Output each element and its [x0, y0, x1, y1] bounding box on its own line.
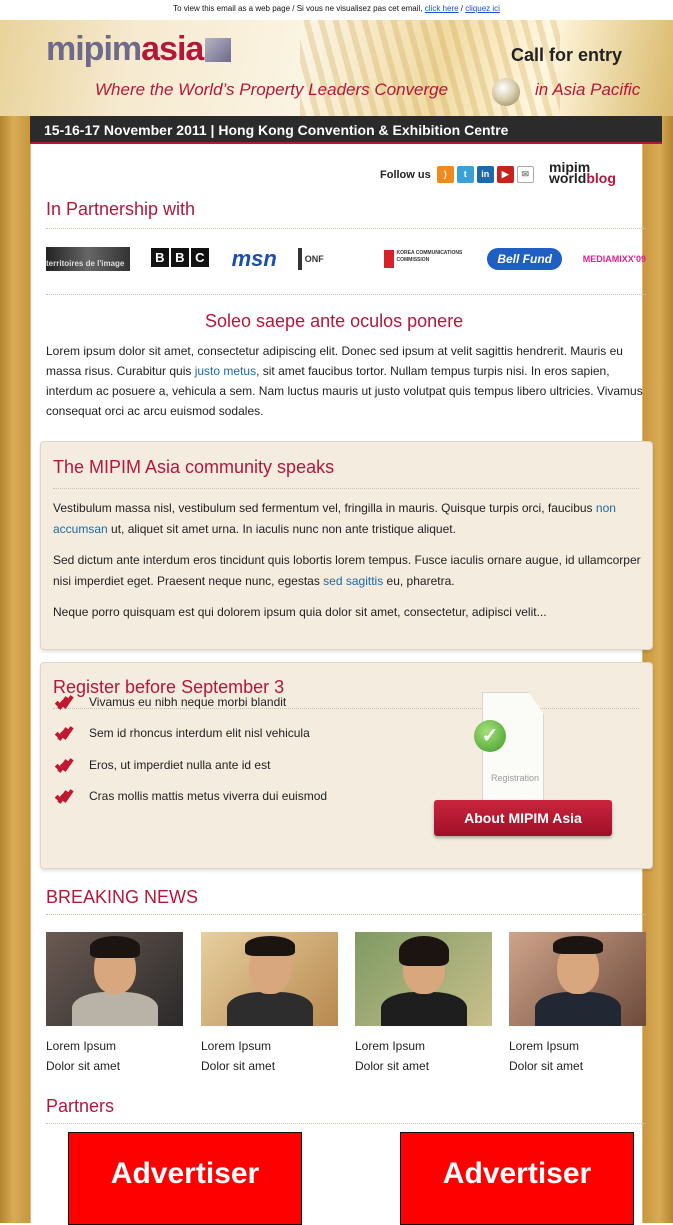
- photo-figure: [90, 936, 140, 958]
- logo-asia: asia: [141, 30, 204, 68]
- advertiser-banner[interactable]: Advertiser: [68, 1132, 302, 1225]
- blog-logo-blog: blog: [586, 170, 616, 186]
- follow-us-bar: Follow us ) t in ▶ ✉: [380, 166, 537, 183]
- breaking-news-title: BREAKING NEWS: [46, 887, 199, 907]
- call-for-entry: Call for entry: [511, 45, 623, 65]
- photo-figure: [381, 992, 467, 1026]
- photo-figure: [535, 992, 621, 1026]
- news-photo[interactable]: [201, 932, 338, 1026]
- mipim-asia-logo[interactable]: mipimasia: [46, 30, 232, 69]
- partner-logo-onf[interactable]: ONF: [297, 248, 363, 270]
- checkmark-icon: [60, 726, 76, 740]
- lead-title: Soleo saepe ante oculos ponere: [205, 311, 464, 331]
- partner-logo-bellfund[interactable]: Bell Fund: [487, 248, 562, 270]
- justo-metus-link[interactable]: justo metus: [195, 364, 256, 378]
- news-caption-line2: Dolor sit amet: [509, 1059, 584, 1073]
- cliquez-ici-link[interactable]: cliquez ici: [465, 4, 500, 13]
- photo-figure: [553, 936, 603, 954]
- youtube-icon[interactable]: ▶: [496, 166, 514, 183]
- community-text-end: ut, aliquet sit amet urna. In iaculis nu…: [107, 522, 456, 536]
- register-item: Eros, ut imperdiet nulla ante id est: [89, 758, 271, 772]
- news-caption-line1: Lorem Ipsum: [201, 1039, 272, 1053]
- photo-figure: [72, 992, 158, 1026]
- linkedin-icon[interactable]: in: [476, 166, 494, 183]
- news-photo[interactable]: [355, 932, 492, 1026]
- photo-figure: [399, 936, 449, 966]
- banner-rays: [300, 20, 560, 116]
- about-mipim-asia-button[interactable]: About MIPIM Asia: [434, 800, 612, 836]
- news-caption-line1: Lorem Ipsum: [509, 1039, 580, 1053]
- community-paragraph-3: Neque porro quisquam est qui dolorem ips…: [53, 605, 547, 619]
- news-caption-line1: Lorem Ipsum: [46, 1039, 117, 1053]
- news-caption-line2: Dolor sit amet: [201, 1059, 276, 1073]
- lead-paragraph: Lorem ipsum dolor sit amet, consectetur …: [46, 341, 648, 421]
- webpage-note-text: To view this email as a web page / Si vo…: [173, 4, 423, 13]
- register-item: Sem id rhoncus interdum elit nisl vehicu…: [89, 726, 310, 740]
- header-tagline: Where the World’s Property Leaders Conve…: [95, 80, 449, 99]
- event-date-bar: 15-16-17 November 2011 | Hong Kong Conve…: [30, 116, 662, 144]
- news-photo[interactable]: [46, 932, 183, 1026]
- blog-logo-world: world: [549, 170, 587, 186]
- partner-logos-row: territoires de l'image BBC msn ONF KOREA…: [46, 244, 646, 274]
- partner-logo-msn[interactable]: msn: [232, 248, 277, 270]
- divider: [53, 488, 639, 489]
- register-item: Cras mollis mattis metus viverra dui eui…: [89, 789, 328, 803]
- community-panel: The MIPIM Asia community speaks Vestibul…: [40, 441, 653, 650]
- checkmark-icon: [60, 695, 76, 709]
- news-caption-line2: Dolor sit amet: [46, 1059, 121, 1073]
- partner-logo-kcc[interactable]: KOREA COMMUNICATIONS COMMISSION: [383, 250, 467, 268]
- mipim-worldblog-logo[interactable]: mipim worldblog: [549, 160, 616, 186]
- community-text: Vestibulum massa nisl, vestibulum sed fe…: [53, 501, 596, 515]
- divider: [46, 294, 646, 295]
- follow-us-label: Follow us: [380, 168, 431, 181]
- news-caption-line2: Dolor sit amet: [355, 1059, 430, 1073]
- divider: [46, 1123, 646, 1124]
- news-caption: Lorem Ipsum Dolor sit amet: [201, 1036, 338, 1076]
- community-title: The MIPIM Asia community speaks: [53, 457, 335, 477]
- checkmark-icon: [60, 789, 76, 803]
- header-banner: mipimasia Where the World’s Property Lea…: [0, 20, 673, 116]
- globe-orb-icon: [492, 78, 520, 106]
- blog-logo-line2: worldblog: [549, 170, 616, 186]
- news-caption: Lorem Ipsum Dolor sit amet: [46, 1036, 183, 1076]
- twitter-icon[interactable]: t: [456, 166, 474, 183]
- news-item[interactable]: Lorem Ipsum Dolor sit amet: [509, 932, 646, 1076]
- news-item[interactable]: Lorem Ipsum Dolor sit amet: [201, 932, 338, 1076]
- advertiser-banner[interactable]: Advertiser: [400, 1132, 634, 1225]
- news-caption: Lorem Ipsum Dolor sit amet: [355, 1036, 492, 1076]
- view-as-webpage-note: To view this email as a web page / Si vo…: [0, 0, 673, 20]
- news-item[interactable]: Lorem Ipsum Dolor sit amet: [355, 932, 492, 1076]
- logo-mipim: mipim: [46, 30, 142, 68]
- news-caption: Lorem Ipsum Dolor sit amet: [509, 1036, 646, 1076]
- partnership-title: In Partnership with: [46, 199, 196, 219]
- partner-logo-bbc[interactable]: BBC: [150, 248, 211, 270]
- logo-mark-icon: [205, 38, 232, 62]
- header-region: in Asia Pacific: [535, 80, 641, 99]
- divider: [46, 228, 646, 229]
- divider: [46, 914, 646, 915]
- news-photo[interactable]: [509, 932, 646, 1026]
- check-badge-icon: ✓: [474, 720, 506, 752]
- partner-logo-territoires[interactable]: territoires de l'image: [46, 247, 130, 271]
- community-text-end: eu, pharetra.: [383, 574, 455, 588]
- mail-icon[interactable]: ✉: [516, 166, 534, 183]
- rss-icon[interactable]: ): [436, 166, 454, 183]
- community-paragraph-1: Vestibulum massa nisl, vestibulum sed fe…: [53, 498, 643, 540]
- sed-sagittis-link[interactable]: sed sagittis: [323, 574, 383, 588]
- photo-figure: [227, 992, 313, 1026]
- partners-title: Partners: [46, 1096, 115, 1116]
- news-item[interactable]: Lorem Ipsum Dolor sit amet: [46, 932, 183, 1076]
- partner-logo-mediamixx[interactable]: MEDIAMIXX'09: [583, 248, 646, 270]
- click-here-link[interactable]: click here: [425, 4, 459, 13]
- community-paragraph-2: Sed dictum ante interdum eros tincidunt …: [53, 550, 643, 592]
- register-item: Vivamus eu nibh neque morbi blandit: [89, 695, 287, 709]
- photo-figure: [245, 936, 295, 956]
- registration-label: Registration: [491, 773, 540, 783]
- checkmark-icon: [60, 758, 76, 772]
- news-caption-line1: Lorem Ipsum: [355, 1039, 426, 1053]
